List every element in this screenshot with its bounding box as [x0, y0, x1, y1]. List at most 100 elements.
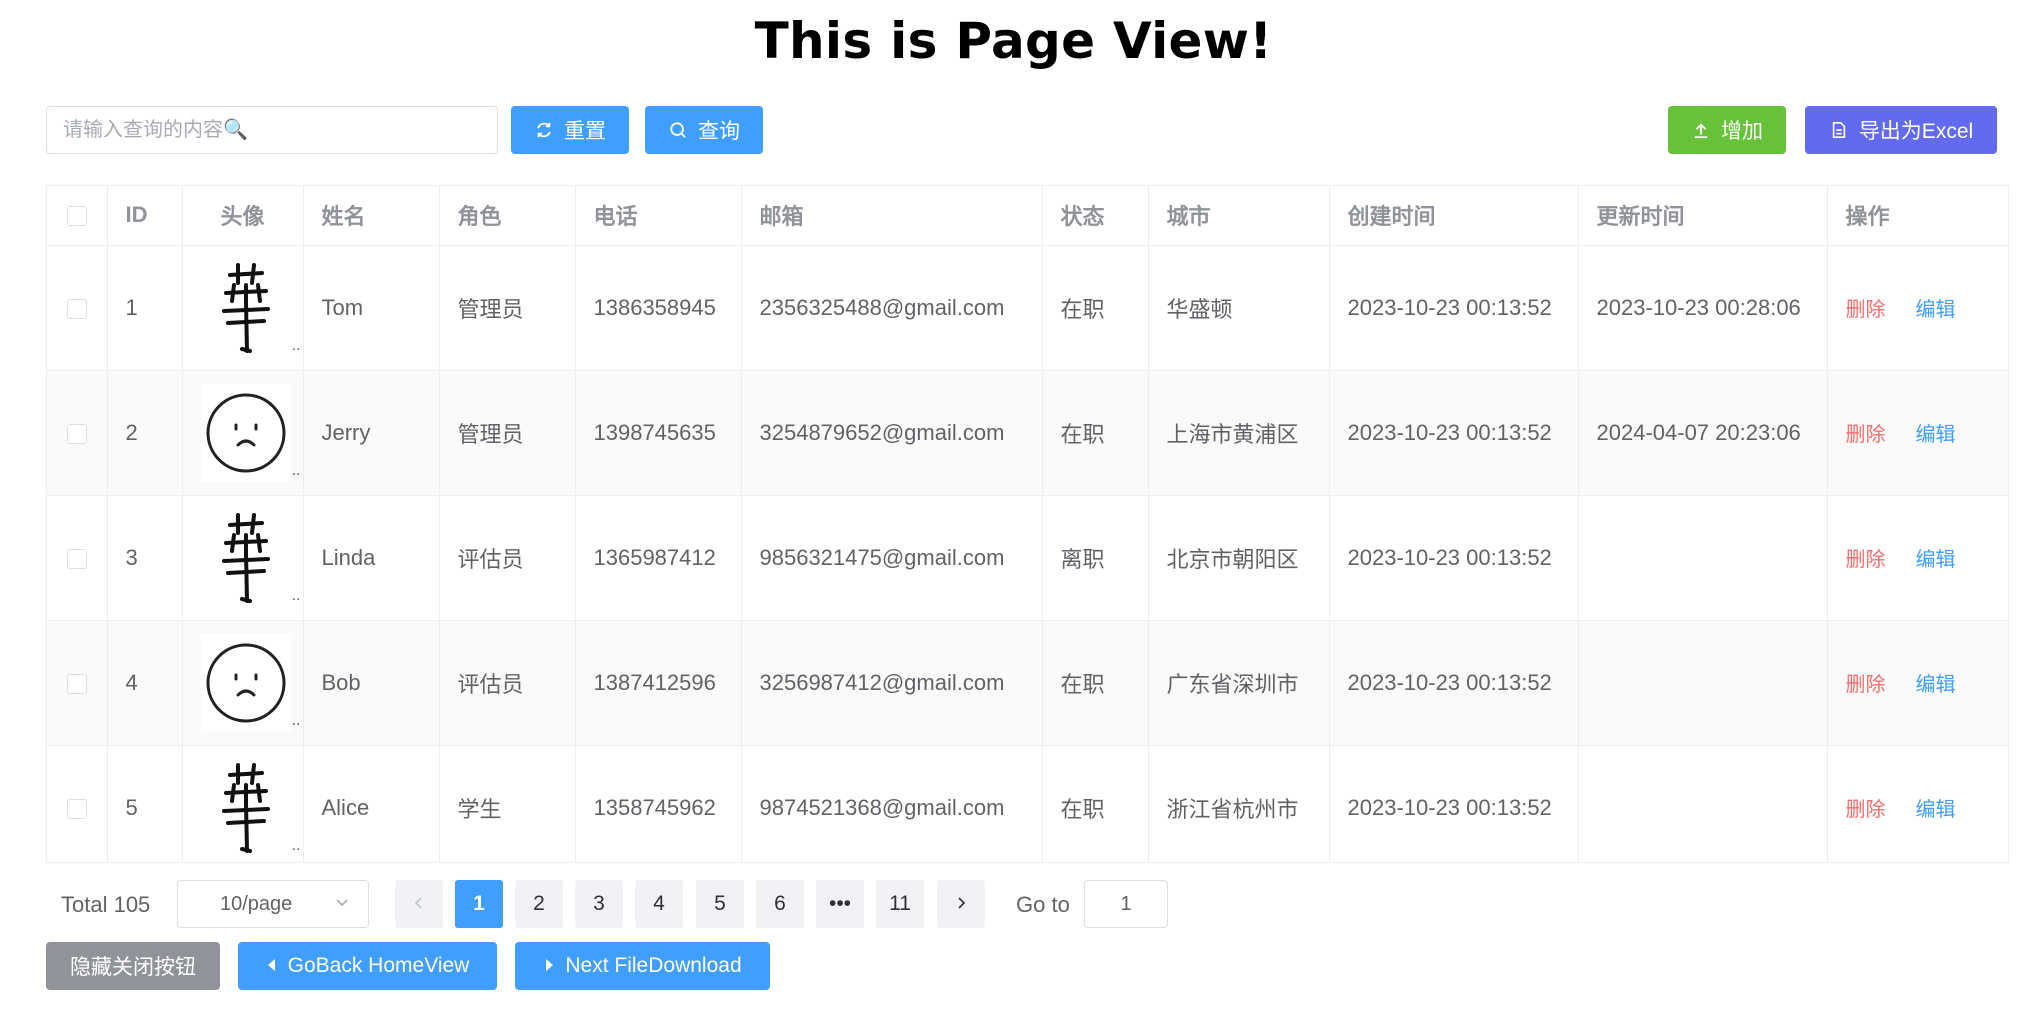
table-row: 4 .. Bob 评估员 1387412596 3256987412@gmail… — [47, 620, 2008, 746]
cell-status: 在职 — [1042, 245, 1149, 371]
query-label: 查询 — [698, 120, 740, 143]
delete-link[interactable]: 删除 — [1846, 418, 1886, 447]
page-button-4[interactable]: 4 — [635, 880, 683, 928]
cell-city: 华盛顿 — [1148, 245, 1330, 371]
cell-role: 管理员 — [439, 245, 576, 371]
edit-link[interactable]: 编辑 — [1916, 543, 1956, 572]
table-row: 5 .. Alice 学生 1358745962 9874521368@gmai… — [47, 745, 2008, 862]
cell-ops: 删除 编辑 — [1827, 620, 2008, 746]
row-checkbox[interactable] — [66, 423, 87, 444]
cell-id: 5 — [107, 745, 183, 862]
delete-link[interactable]: 删除 — [1846, 293, 1886, 322]
cell-avatar: .. — [182, 370, 304, 496]
cell-phone: 1358745962 — [575, 745, 742, 862]
avatar-hua-character[interactable] — [200, 758, 291, 857]
cell-created: 2023-10-23 00:13:52 — [1329, 620, 1579, 746]
page-button-11[interactable]: 11 — [876, 880, 924, 928]
cell-avatar: .. — [182, 495, 304, 621]
delete-link[interactable]: 删除 — [1846, 543, 1886, 572]
edit-link[interactable]: 编辑 — [1916, 418, 1956, 447]
row-checkbox[interactable] — [66, 673, 87, 694]
row-checkbox[interactable] — [66, 798, 87, 819]
cell-id: 2 — [107, 370, 183, 496]
cell-ops: 删除 编辑 — [1827, 745, 2008, 862]
row-checkbox[interactable] — [66, 548, 87, 569]
cell-avatar: .. — [182, 245, 304, 371]
cell-id: 3 — [107, 495, 183, 621]
cell-avatar: .. — [182, 745, 304, 862]
prev-page-button[interactable] — [395, 880, 443, 928]
row-select-cell[interactable] — [47, 745, 108, 862]
hide-close-label: 隐藏关闭按钮 — [70, 956, 196, 979]
cell-ops: 删除 编辑 — [1827, 245, 2008, 371]
header-created: 创建时间 — [1329, 186, 1579, 246]
header-ops: 操作 — [1827, 186, 2008, 246]
page-button-3[interactable]: 3 — [575, 880, 623, 928]
avatar-sad-face[interactable] — [200, 383, 291, 482]
select-all-checkbox[interactable] — [66, 206, 87, 227]
next-filedownload-button[interactable]: Next FileDownload — [515, 942, 770, 990]
chevron-right-icon — [954, 892, 968, 916]
goto-page-input[interactable] — [1084, 880, 1168, 928]
delete-link[interactable]: 删除 — [1846, 793, 1886, 822]
goback-home-button[interactable]: GoBack HomeView — [238, 942, 497, 990]
cell-email: 3254879652@gmail.com — [741, 370, 1043, 496]
row-checkbox[interactable] — [66, 298, 87, 319]
goto-label: Go to — [1016, 892, 1070, 917]
header-name: 姓名 — [303, 186, 440, 246]
add-button[interactable]: 增加 — [1668, 106, 1786, 154]
row-select-cell[interactable] — [47, 620, 108, 746]
row-select-cell[interactable] — [47, 245, 108, 371]
reset-button[interactable]: 重置 — [511, 106, 629, 154]
cell-email: 9874521368@gmail.com — [741, 745, 1043, 862]
upload-icon — [1691, 120, 1711, 140]
cell-name: Bob — [303, 620, 440, 746]
cell-ops: 删除 编辑 — [1827, 495, 2008, 621]
row-select-cell[interactable] — [47, 370, 108, 496]
cell-role: 学生 — [439, 745, 576, 862]
row-select-cell[interactable] — [47, 495, 108, 621]
page-button-1[interactable]: 1 — [455, 880, 503, 928]
page-title: This is Page View! — [754, 12, 1273, 70]
header-select-all[interactable] — [47, 186, 108, 246]
avatar-hua-character[interactable] — [200, 508, 291, 607]
cell-created: 2023-10-23 00:13:52 — [1329, 745, 1579, 862]
cell-status: 在职 — [1042, 620, 1149, 746]
next-label: Next FileDownload — [565, 954, 742, 977]
page-button-6[interactable]: 6 — [756, 880, 804, 928]
cell-ops: 删除 编辑 — [1827, 370, 2008, 496]
caret-right-icon — [543, 954, 555, 978]
edit-link[interactable]: 编辑 — [1916, 793, 1956, 822]
page-ellipsis-button[interactable]: ••• — [816, 880, 864, 928]
table-row: 1 .. Tom 管理员 1386358945 2356325488@gmail… — [47, 245, 2008, 371]
avatar-overflow-dots: .. — [291, 336, 301, 354]
avatar-overflow-dots: .. — [291, 836, 301, 854]
next-page-button[interactable] — [937, 880, 985, 928]
header-city: 城市 — [1148, 186, 1330, 246]
cell-updated: 2024-04-07 20:23:06 — [1578, 370, 1828, 496]
hide-close-button[interactable]: 隐藏关闭按钮 — [46, 942, 220, 990]
edit-link[interactable]: 编辑 — [1916, 293, 1956, 322]
page-button-5[interactable]: 5 — [696, 880, 744, 928]
edit-link[interactable]: 编辑 — [1916, 668, 1956, 697]
cell-id: 1 — [107, 245, 183, 371]
header-id: ID — [107, 186, 183, 246]
search-input[interactable] — [46, 106, 498, 154]
avatar-sad-face[interactable] — [200, 633, 291, 732]
cell-email: 2356325488@gmail.com — [741, 245, 1043, 371]
header-updated: 更新时间 — [1578, 186, 1828, 246]
cell-name: Alice — [303, 745, 440, 862]
query-button[interactable]: 查询 — [645, 106, 763, 154]
user-table: ID 头像 姓名 角色 电话 邮箱 状态 城市 创建时间 更新时间 操作 1 .… — [46, 185, 2009, 863]
document-icon — [1829, 120, 1849, 140]
cell-phone: 1386358945 — [575, 245, 742, 371]
caret-left-icon — [266, 954, 278, 978]
delete-link[interactable]: 删除 — [1846, 668, 1886, 697]
cell-status: 离职 — [1042, 495, 1149, 621]
page-size-select[interactable]: 10/page — [177, 880, 369, 928]
cell-phone: 1398745635 — [575, 370, 742, 496]
avatar-hua-character[interactable] — [200, 258, 291, 357]
page-button-2[interactable]: 2 — [515, 880, 563, 928]
export-excel-button[interactable]: 导出为Excel — [1805, 106, 1997, 154]
header-status: 状态 — [1042, 186, 1149, 246]
